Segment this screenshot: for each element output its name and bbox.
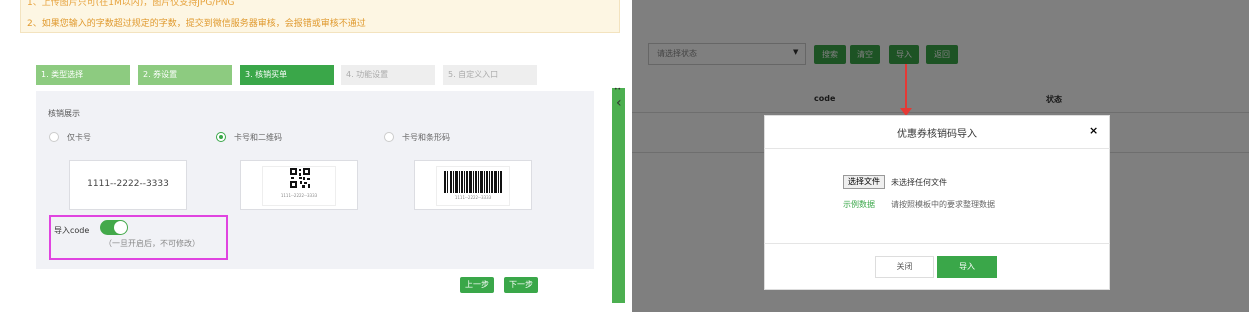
dialog-title: 优惠券核销码导入 (897, 129, 977, 140)
side-collapse-bar[interactable] (612, 88, 625, 303)
step-type-select[interactable]: 1. 类型选择 (36, 65, 130, 85)
step-verify-checkout[interactable]: 3. 核销买单 (240, 65, 334, 85)
preview-card-number: 1111--2222--3333 (69, 160, 187, 210)
radio-card-and-qr[interactable]: 卡号和二维码 (216, 130, 282, 144)
section-title: 核销展示 (48, 109, 80, 118)
choose-file-button[interactable]: 选择文件 (843, 175, 885, 189)
card-number-text: 1111--2222--3333 (87, 179, 169, 189)
step-coupon-settings[interactable]: 2. 券设置 (138, 65, 232, 85)
notice-line-1: 1、上传图片只可(在1M以内)，图片仅支持JPG/PNG (27, 0, 235, 8)
radio-circle-icon (49, 132, 59, 142)
radio-selected-icon (216, 132, 226, 142)
radio-label: 卡号和二维码 (234, 132, 282, 142)
step-feature-settings[interactable]: 4. 功能设置 (341, 65, 435, 85)
preview-card-qr: 1111--2222--3333 (240, 160, 358, 210)
qr-caption: 1111--2222--3333 (280, 193, 318, 198)
notice-box: 1、上传图片只可(在1M以内)，图片仅支持JPG/PNG 2、如果您输入的字数超… (20, 0, 620, 33)
preview-card-barcode: 1111--2222--3333 (414, 160, 532, 210)
radio-card-and-barcode[interactable]: 卡号和条形码 (384, 130, 450, 144)
qr-code-icon (289, 167, 311, 189)
handle-dots-icon: •• (614, 86, 622, 93)
sample-hint-text: 请按照模板中的要求整理数据 (891, 200, 995, 209)
chevron-left-icon[interactable]: ‹ (616, 96, 622, 110)
import-code-label: 导入code (54, 226, 90, 235)
import-code-toggle[interactable] (100, 220, 128, 235)
annotation-arrow-line (905, 64, 907, 114)
next-step-button[interactable]: 下一步 (504, 277, 538, 293)
import-code-hint: （一旦开启后，不可修改） (104, 239, 200, 248)
dialog-divider (764, 148, 1110, 149)
prev-step-button[interactable]: 上一步 (460, 277, 494, 293)
radio-label: 仅卡号 (67, 132, 91, 142)
radio-circle-icon (384, 132, 394, 142)
radio-label: 卡号和条形码 (402, 132, 450, 142)
barcode-caption: 1111--2222--3333 (454, 195, 492, 200)
close-icon[interactable]: × (1089, 124, 1098, 137)
dialog-import-button[interactable]: 导入 (937, 256, 997, 278)
radio-card-number-only[interactable]: 仅卡号 (49, 130, 91, 144)
barcode-icon (444, 171, 502, 193)
file-status-text: 未选择任何文件 (891, 178, 947, 187)
sample-data-link[interactable]: 示例数据 (843, 199, 875, 210)
dialog-close-button[interactable]: 关闭 (875, 256, 934, 278)
step-custom-entry[interactable]: 5. 自定义入口 (443, 65, 537, 85)
notice-line-2: 2、如果您输入的字数超过规定的字数，提交到微信服务器审核，会报错或审核不通过 (27, 19, 366, 29)
dialog-divider (764, 243, 1110, 244)
